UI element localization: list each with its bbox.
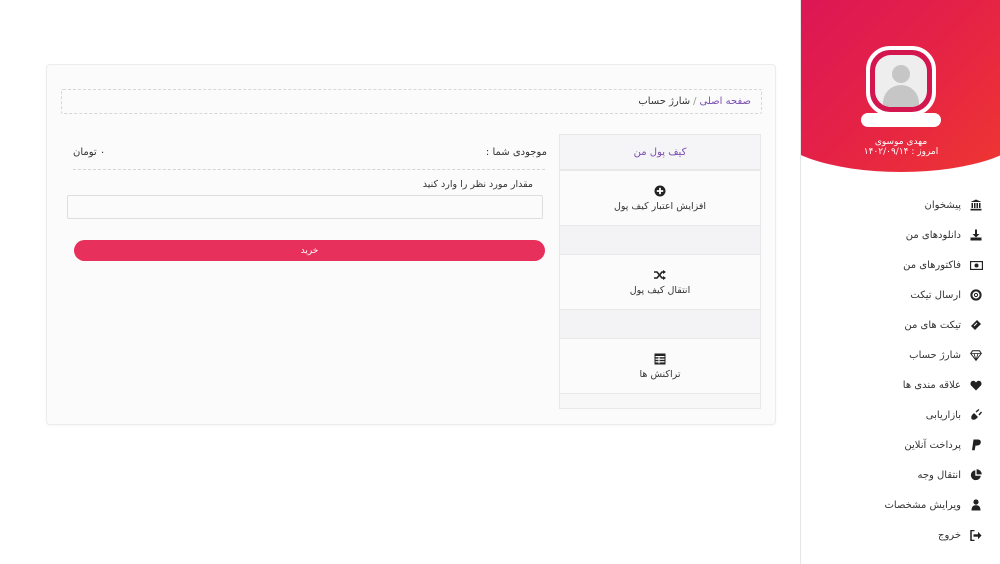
wallet-transactions[interactable]: تراکنش ها	[559, 338, 761, 394]
user-icon	[969, 498, 983, 512]
sidebar-item-favorites[interactable]: علاقه مندی ها	[801, 370, 1000, 400]
sidebar-item-dashboard[interactable]: پیشخوان	[801, 190, 1000, 220]
wallet-item-label: انتقال کیف پول	[629, 284, 691, 296]
plug-icon	[969, 408, 983, 422]
pie-chart-icon	[969, 468, 983, 482]
sidebar-item-my-tickets[interactable]: تیکت های من	[801, 310, 1000, 340]
sidebar-item-marketing[interactable]: بازاریابی	[801, 400, 1000, 430]
buy-button[interactable]: خرید	[74, 240, 545, 261]
paypal-icon	[969, 438, 983, 452]
diamond-icon	[969, 348, 983, 362]
table-icon	[654, 353, 666, 365]
sidebar-item-label: علاقه مندی ها	[902, 379, 961, 391]
wallet-transfer[interactable]: انتقال کیف پول	[559, 254, 761, 310]
download-icon	[969, 228, 983, 242]
divider	[73, 169, 545, 170]
amount-label: مقدار مورد نظر را وارد کنید	[422, 179, 533, 190]
user-name: مهدی موسوی	[874, 137, 928, 147]
sidebar-item-label: پرداخت آنلاین	[904, 439, 961, 451]
money-bill-icon	[969, 258, 983, 272]
wallet-panel: کیف پول من افزایش اعتبار کیف پول انتقال …	[559, 134, 761, 409]
name-plate	[861, 113, 941, 127]
sidebar-item-label: خروج	[938, 529, 961, 541]
sidebar-item-edit-profile[interactable]: ویرایش مشخصات	[801, 490, 1000, 520]
balance-label: موجودی شما :	[485, 147, 547, 158]
plus-circle-icon	[654, 185, 666, 197]
balance-value: ۰ تومان	[73, 147, 106, 158]
sidebar: مهدی موسوی امروز : ۱۴۰۲/۰۹/۱۴ پیشخوان دا…	[800, 0, 1000, 564]
breadcrumb-separator: /	[693, 96, 697, 107]
amount-input[interactable]	[67, 195, 543, 219]
wallet-spacer	[559, 310, 761, 338]
wallet-item-label: افزایش اعتبار کیف پول	[613, 200, 707, 212]
breadcrumb-current: شارژ حساب	[638, 96, 691, 107]
wallet-item-label: تراکنش ها	[639, 368, 681, 380]
avatar[interactable]	[866, 46, 936, 116]
sidebar-item-label: شارژ حساب	[909, 349, 961, 361]
breadcrumb: صفحه اصلی / شارژ حساب	[61, 89, 762, 114]
wallet-increase-credit[interactable]: افزایش اعتبار کیف پول	[559, 170, 761, 226]
sidebar-item-money-transfer[interactable]: انتقال وجه	[801, 460, 1000, 490]
charge-card: صفحه اصلی / شارژ حساب موجودی شما : ۰ توم…	[46, 64, 776, 425]
sidebar-item-label: تیکت های من	[904, 319, 961, 331]
shuffle-icon	[654, 269, 666, 281]
sidebar-item-label: ویرایش مشخصات	[884, 499, 961, 511]
breadcrumb-home-link[interactable]: صفحه اصلی	[700, 96, 751, 107]
sidebar-item-label: انتقال وجه	[917, 469, 961, 481]
sidebar-item-downloads[interactable]: دانلودهای من	[801, 220, 1000, 250]
sidebar-item-label: پیشخوان	[924, 199, 961, 211]
avatar-placeholder-icon	[875, 55, 927, 107]
life-ring-icon	[969, 288, 983, 302]
sidebar-menu: پیشخوان دانلودهای من فاکتورهای من ارسال …	[801, 190, 1000, 550]
sidebar-item-label: ارسال تیکت	[910, 289, 961, 301]
sidebar-item-label: دانلودهای من	[905, 229, 961, 241]
ticket-icon	[969, 318, 983, 332]
sidebar-item-online-payment[interactable]: پرداخت آنلاین	[801, 430, 1000, 460]
sidebar-item-send-ticket[interactable]: ارسال تیکت	[801, 280, 1000, 310]
today-date: امروز : ۱۴۰۲/۰۹/۱۴	[863, 147, 939, 157]
sidebar-item-logout[interactable]: خروج	[801, 520, 1000, 550]
wallet-spacer	[559, 226, 761, 254]
sidebar-item-invoices[interactable]: فاکتورهای من	[801, 250, 1000, 280]
sidebar-item-charge-account[interactable]: شارژ حساب	[801, 340, 1000, 370]
profile-header: مهدی موسوی امروز : ۱۴۰۲/۰۹/۱۴	[801, 0, 1000, 172]
wallet-footer	[559, 394, 761, 409]
bank-icon	[969, 198, 983, 212]
sidebar-item-label: بازاریابی	[925, 409, 961, 421]
sign-out-icon	[969, 528, 983, 542]
heart-icon	[969, 378, 983, 392]
wallet-title: کیف پول من	[559, 134, 761, 170]
sidebar-item-label: فاکتورهای من	[903, 259, 961, 271]
